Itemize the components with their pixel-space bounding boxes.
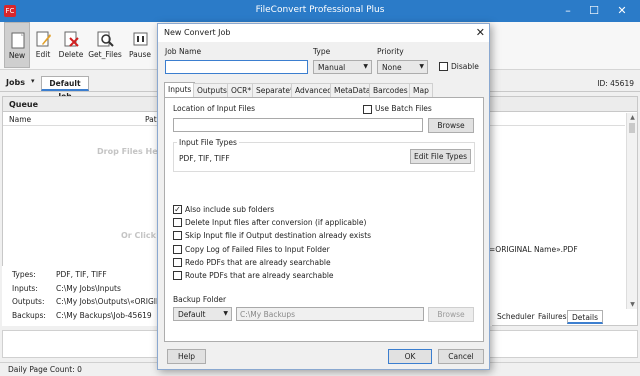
outputs-value: C:\My Jobs\Outputs\«ORIGINA [56, 297, 167, 306]
inputs-value: C:\My Jobs\Inputs [56, 284, 121, 293]
backup-folder-label: Backup Folder [173, 295, 227, 304]
job-name-input[interactable] [165, 60, 308, 74]
edit-pencil-icon [36, 31, 51, 47]
new-convert-job-dialog: New Convert Job ✕ Job Name Type Manual ▼ … [157, 23, 490, 370]
outputs-key: Outputs: [12, 297, 45, 306]
types-key: Types: [12, 270, 36, 279]
backups-value: C:\My Backups\Job-45619 [56, 311, 152, 320]
disable-label: Disable [451, 62, 479, 71]
delete-input-files-checkbox[interactable] [173, 218, 182, 228]
use-batch-files-checkbox[interactable] [363, 105, 372, 114]
browse-location-button[interactable]: Browse [428, 118, 474, 133]
dialog-title: New Convert Job [158, 24, 489, 42]
skip-input-file-checkbox[interactable] [173, 231, 182, 241]
skip-input-file-label: Skip Input file if Output destination al… [185, 231, 372, 241]
type-label: Type [313, 47, 331, 56]
type-select-value: Manual [318, 63, 346, 72]
tab-metadata[interactable]: MetaData [330, 83, 375, 97]
drop-files-hint: Drop Files He [97, 147, 158, 156]
close-window-button[interactable]: ✕ [612, 3, 632, 19]
edit-file-types-button[interactable]: Edit File Types [410, 149, 471, 164]
delete-input-files-label: Delete Input files after conversion (if … [185, 218, 367, 228]
cancel-button[interactable]: Cancel [438, 349, 484, 364]
queue-path-value: =ORIGINAL Name».PDF [489, 245, 578, 254]
browse-backup-button[interactable]: Browse [428, 307, 474, 322]
jobs-label: Jobs [6, 78, 25, 87]
daily-page-count: Daily Page Count: 0 [8, 365, 82, 374]
tab-default-job[interactable]: Default Job [41, 76, 89, 101]
pause-icon [133, 32, 148, 46]
priority-select[interactable]: None ▼ [377, 60, 428, 74]
backup-path-input[interactable]: C:\My Backups [236, 307, 424, 321]
tab-failures[interactable]: Failures [534, 310, 571, 325]
delete-button[interactable]: Delete [58, 22, 84, 68]
redo-pdfs-searchable-checkbox[interactable] [173, 257, 182, 267]
use-batch-files-label: Use Batch Files [375, 104, 432, 113]
maximize-button[interactable]: ☐ [584, 3, 604, 19]
search-files-icon [97, 31, 114, 47]
column-name[interactable]: Name [9, 115, 31, 124]
pause-label: Pause [128, 50, 152, 59]
queue-scrollbar[interactable]: ▲ ▼ [626, 113, 637, 309]
redo-pdfs-searchable-label: Redo PDFs that are already searchable [185, 257, 331, 267]
location-label: Location of Input Files [173, 104, 255, 113]
input-file-types-label: Input File Types [177, 138, 239, 147]
new-document-icon [11, 32, 25, 49]
inputs-tab-panel: Location of Input Files Use Batch Files … [164, 97, 484, 342]
get-files-label: Get_Files [88, 50, 122, 59]
copy-log-failed-files-label: Copy Log of Failed Files to Input Folder [185, 244, 330, 254]
help-button[interactable]: Help [167, 349, 206, 364]
scroll-down-icon[interactable]: ▼ [627, 301, 638, 308]
delete-label: Delete [58, 50, 84, 59]
or-click-hint: Or Click [121, 231, 156, 240]
backups-key: Backups: [12, 311, 46, 320]
ok-button[interactable]: OK [388, 349, 432, 364]
jobs-dropdown-icon[interactable]: ▾ [31, 77, 35, 85]
dialog-close-icon[interactable]: ✕ [476, 26, 485, 39]
job-id: ID: 45619 [597, 79, 634, 88]
tab-map[interactable]: Map [409, 83, 433, 97]
copy-log-failed-files-checkbox[interactable] [173, 244, 182, 254]
location-input[interactable] [173, 118, 423, 132]
tab-details[interactable]: Details [567, 310, 604, 324]
scroll-up-icon[interactable]: ▲ [627, 114, 638, 121]
minimize-button[interactable]: – [558, 3, 578, 19]
types-value: PDF, TIF, TIFF [56, 270, 107, 279]
tab-scheduler[interactable]: Scheduler [493, 310, 539, 325]
backup-mode-select[interactable]: Default ▼ [173, 307, 232, 321]
tab-outputs[interactable]: Outputs [193, 83, 231, 97]
tab-barcodes[interactable]: Barcodes [369, 83, 412, 97]
new-button[interactable]: New [4, 22, 30, 68]
also-include-sub-folders-label: Also include sub folders [185, 205, 275, 214]
input-file-types-value: PDF, TIF, TIFF [179, 154, 230, 163]
tab-ocr[interactable]: OCR* [227, 83, 256, 97]
pause-button[interactable]: Pause [127, 22, 153, 68]
get-files-button[interactable]: Get_Files [88, 22, 122, 68]
window-title: FileConvert Professional Plus [255, 5, 385, 15]
route-pdfs-searchable-label: Route PDFs that are already searchable [185, 271, 334, 280]
scrollbar-thumb[interactable] [629, 123, 635, 133]
type-select[interactable]: Manual ▼ [313, 60, 372, 74]
disable-checkbox[interactable] [439, 62, 448, 71]
tab-inputs[interactable]: Inputs [164, 82, 196, 97]
priority-label: Priority [377, 47, 404, 56]
chevron-down-icon: ▼ [363, 63, 368, 70]
inputs-key: Inputs: [12, 284, 38, 293]
edit-button[interactable]: Edit [30, 22, 56, 68]
chevron-down-icon: ▼ [419, 63, 424, 70]
delete-icon [64, 31, 79, 47]
backup-mode-value: Default [178, 310, 206, 319]
priority-select-value: None [382, 63, 402, 72]
route-pdfs-searchable-checkbox[interactable] [173, 271, 182, 280]
title-bar: FC FileConvert Professional Plus – ☐ ✕ [0, 0, 640, 22]
chevron-down-icon: ▼ [223, 310, 228, 317]
job-name-label: Job Name [165, 47, 202, 56]
also-include-sub-folders-checkbox[interactable]: ✓ [173, 205, 182, 214]
